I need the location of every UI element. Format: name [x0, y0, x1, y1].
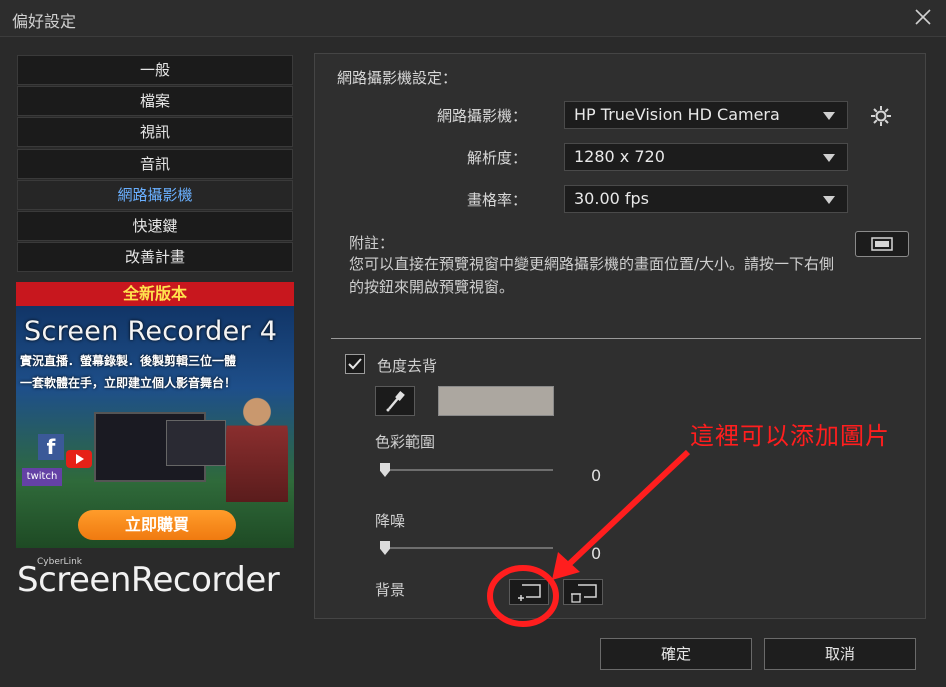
resolution-select[interactable]: 1280 x 720 — [564, 143, 848, 171]
banner-tagline-2: 一套軟體在手，立即建立個人影音舞台！ — [20, 376, 237, 390]
nav-item-general[interactable]: 一般 — [17, 55, 293, 85]
nav-item-video[interactable]: 視訊 — [17, 117, 293, 148]
cancel-button[interactable]: 取消 — [764, 638, 916, 670]
note-text: 您可以直接在預覽視窗中變更網路攝影機的畫面位置/大小。請按一下右側的按鈕來開啟預… — [349, 255, 835, 296]
youtube-icon — [66, 450, 92, 468]
add-background-button[interactable] — [509, 579, 549, 605]
color-range-label: 色彩範圍 — [375, 433, 436, 451]
webcam-settings-panel: 網路攝影機設定： 網路攝影機： HP TrueVision HD Camera … — [314, 53, 926, 619]
facebook-icon: f — [38, 434, 64, 460]
chroma-key-label: 色度去背 — [377, 357, 438, 375]
brand-product: ScreenRecorder — [17, 560, 280, 600]
slider-track — [380, 469, 553, 471]
nav-item-hotkeys[interactable]: 快速鍵 — [17, 210, 293, 241]
title-divider — [0, 36, 946, 37]
twitch-icon: twitch — [22, 468, 62, 486]
open-preview-button[interactable] — [855, 231, 909, 257]
section-title: 網路攝影機設定： — [337, 69, 458, 87]
promo-banner[interactable]: 全新版本 Screen Recorder 4 實況直播．螢幕錄製．後製剪輯三位一… — [16, 282, 294, 548]
title-bar: 偏好設定 — [0, 0, 946, 36]
annotation-text: 這裡可以添加圖片 — [690, 422, 890, 450]
noise-reduction-label: 降噪 — [375, 512, 406, 530]
chevron-down-icon — [823, 196, 835, 204]
window-title: 偏好設定 — [12, 12, 77, 31]
banner-product-name: Screen Recorder 4 — [24, 316, 278, 347]
remove-background-button[interactable] — [563, 579, 603, 605]
close-icon[interactable] — [912, 6, 934, 28]
delete-image-icon — [571, 584, 597, 603]
ok-button[interactable]: 確定 — [600, 638, 752, 670]
chroma-key-checkbox[interactable] — [345, 354, 365, 374]
brand-logo: CyberLink ScreenRecorder — [17, 556, 293, 602]
framerate-select[interactable]: 30.00 fps — [564, 185, 848, 213]
nav-item-audio[interactable]: 音訊 — [17, 148, 293, 179]
framerate-select-value: 30.00 fps — [574, 189, 650, 208]
color-range-value: 0 — [591, 466, 602, 485]
nav-item-improvement[interactable]: 改善計畫 — [17, 242, 293, 273]
settings-nav: 一般 檔案 視訊 音訊 網路攝影機 快速鍵 改善計畫 — [17, 55, 293, 273]
banner-tagline-1: 實況直播．螢幕錄製．後製剪輯三位一體 — [20, 354, 237, 368]
add-image-icon — [518, 584, 541, 601]
noise-reduction-slider[interactable] — [380, 541, 553, 555]
nav-item-file[interactable]: 檔案 — [17, 86, 293, 117]
slider-thumb[interactable] — [380, 541, 390, 555]
camera-select[interactable]: HP TrueVision HD Camera — [564, 101, 848, 129]
camera-label: 網路攝影機： — [436, 107, 527, 125]
slider-track — [380, 547, 553, 549]
gear-icon[interactable] — [869, 104, 893, 128]
framerate-label: 畫格率： — [466, 191, 527, 209]
resolution-select-value: 1280 x 720 — [574, 147, 665, 166]
preview-window-icon — [871, 237, 893, 251]
slider-thumb[interactable] — [380, 463, 390, 477]
note-label: 附註： — [349, 234, 395, 252]
nav-item-webcam[interactable]: 網路攝影機 — [17, 179, 293, 210]
chevron-down-icon — [823, 112, 835, 120]
key-color-swatch[interactable] — [438, 386, 554, 416]
section-divider — [331, 338, 921, 339]
eyedropper-icon — [386, 391, 405, 412]
banner-app-window-image — [166, 420, 226, 466]
color-picker-button[interactable] — [375, 386, 415, 416]
background-label: 背景 — [375, 581, 406, 599]
camera-select-value: HP TrueVision HD Camera — [574, 105, 780, 124]
banner-person-image — [226, 392, 288, 502]
banner-new-version: 全新版本 — [16, 282, 294, 306]
noise-reduction-value: 0 — [591, 544, 602, 563]
color-range-slider[interactable] — [380, 463, 553, 477]
checkmark-icon — [348, 358, 362, 370]
buy-now-button[interactable]: 立即購買 — [78, 510, 236, 540]
chevron-down-icon — [823, 154, 835, 162]
resolution-label: 解析度： — [466, 149, 527, 167]
